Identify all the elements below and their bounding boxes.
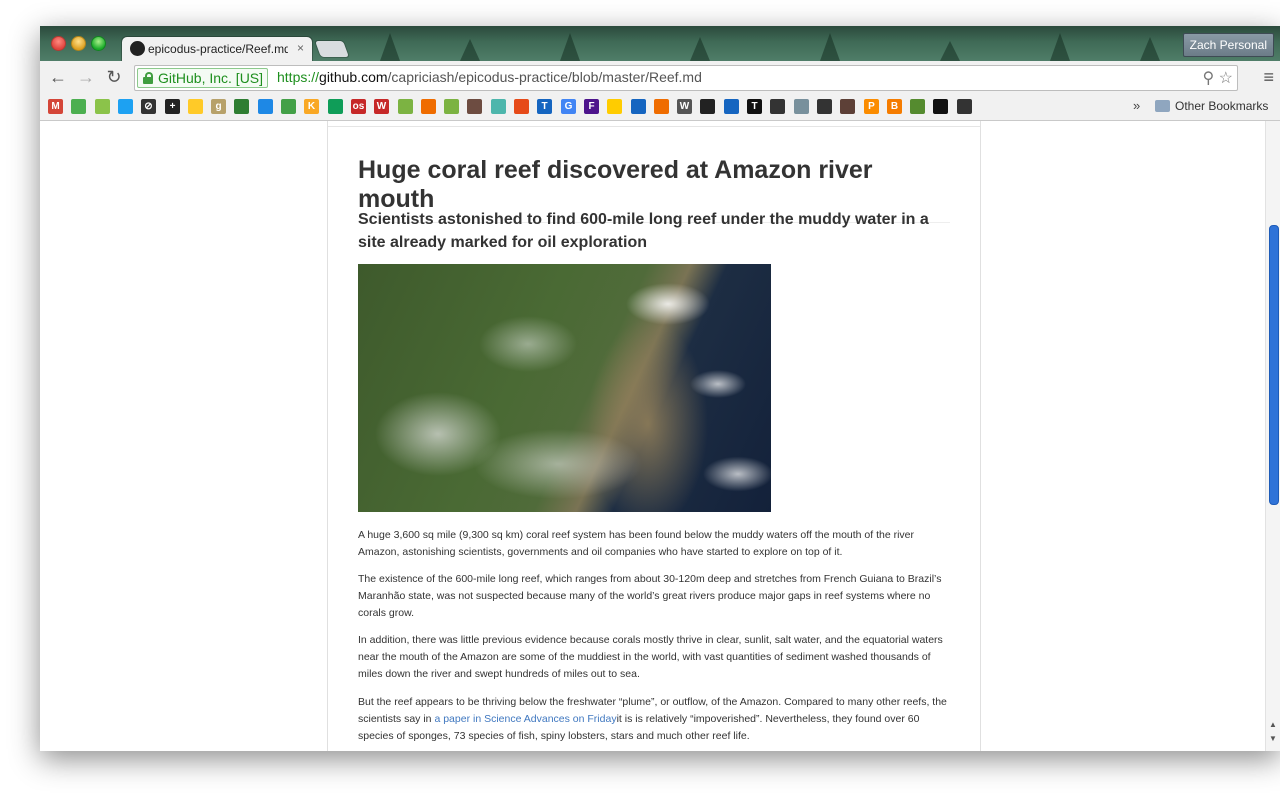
bookmark-green-book-icon[interactable]: [234, 99, 249, 114]
bookmark-cloud-app-icon[interactable]: [491, 99, 506, 114]
bookmark-android-icon[interactable]: [95, 99, 110, 114]
bookmark-blogger-icon[interactable]: B: [887, 99, 902, 114]
tab-active[interactable]: epicodus-practice/Reef.md ×: [122, 37, 312, 61]
paragraph-4: But the reef appears to be thriving belo…: [358, 694, 950, 745]
other-bookmarks-button[interactable]: Other Bookmarks: [1175, 99, 1268, 113]
bookmark-pin-app-icon[interactable]: [770, 99, 785, 114]
bookmark-spiral-app-icon[interactable]: [514, 99, 529, 114]
bookmark-twitter-icon[interactable]: [118, 99, 133, 114]
url-text[interactable]: https://github.com/capriciash/epicodus-p…: [277, 69, 702, 85]
bookmark-plus-app-icon[interactable]: +: [165, 99, 180, 114]
tree-decoration: [380, 33, 400, 61]
forward-button[interactable]: →: [76, 67, 96, 87]
bookmark-gmail-icon[interactable]: M: [48, 99, 63, 114]
bookmark-octocat-icon[interactable]: [957, 99, 972, 114]
bookmark-stamp-app-icon[interactable]: [840, 99, 855, 114]
tree-decoration: [690, 37, 710, 61]
tree-decoration: [940, 41, 960, 61]
bookmark-bike-app-icon[interactable]: [817, 99, 832, 114]
bookmark-os-app-icon[interactable]: os: [351, 99, 366, 114]
article-subtitle: Scientists astonished to find 600-mile l…: [358, 211, 929, 251]
search-star-icon[interactable]: ⚲ ☆: [1202, 68, 1233, 88]
paragraph-2: The existence of the 600-mile long reef,…: [358, 573, 942, 619]
bookmark-arc-app-icon[interactable]: [398, 99, 413, 114]
bookmark-black-square-icon[interactable]: [933, 99, 948, 114]
bookmark-mail-app-icon[interactable]: [631, 99, 646, 114]
tree-decoration: [1140, 37, 1160, 61]
scroll-up-icon[interactable]: ▲: [1269, 720, 1277, 729]
window-minimize-button[interactable]: [71, 36, 86, 51]
tab-title: epicodus-practice/Reef.md: [148, 42, 288, 56]
bookmark-yellow-app-icon[interactable]: [188, 99, 203, 114]
url-host: github.com: [319, 69, 388, 85]
page-content: Huge coral reef discovered at Amazon riv…: [40, 121, 1280, 751]
reload-button[interactable]: ↻: [104, 67, 124, 87]
window-close-button[interactable]: [51, 36, 66, 51]
tree-decoration: [460, 39, 480, 61]
bookmark-w-red-icon[interactable]: W: [374, 99, 389, 114]
bookmark-evernote-icon[interactable]: [281, 99, 296, 114]
scroll-down-icon[interactable]: ▼: [1269, 734, 1277, 743]
profile-button[interactable]: Zach Personal: [1182, 33, 1274, 57]
address-bar[interactable]: GitHub, Inc. [US] https://github.com/cap…: [134, 65, 1238, 91]
url-path: /capriciash/epicodus-practice/blob/maste…: [387, 69, 702, 85]
bookmark-tl-app-icon[interactable]: T: [537, 99, 552, 114]
bookmark-puzzle-app-icon[interactable]: [910, 99, 925, 114]
bookmark-circle-slash-icon[interactable]: ⊘: [141, 99, 156, 114]
vertical-scrollbar[interactable]: ▲ ▼: [1265, 121, 1280, 751]
menu-icon[interactable]: ≡: [1263, 67, 1274, 88]
bookmark-p-app-icon[interactable]: P: [864, 99, 879, 114]
lock-icon: [143, 72, 153, 84]
window-maximize-button[interactable]: [91, 36, 106, 51]
bookmark-circle-app-icon[interactable]: [700, 99, 715, 114]
bookmarks-overflow-button[interactable]: »: [1133, 98, 1140, 113]
tree-decoration: [820, 33, 840, 61]
bookmark-dhl-icon[interactable]: [607, 99, 622, 114]
bookmark-bird-app-icon[interactable]: [467, 99, 482, 114]
tree-decoration: [1050, 33, 1070, 61]
tree-decoration: [560, 33, 580, 61]
bookmark-maps-icon[interactable]: [71, 99, 86, 114]
folder-icon: [1155, 100, 1170, 112]
bookmark-kmd-icon[interactable]: K: [304, 99, 319, 114]
bookmark-goodreads-icon[interactable]: g: [211, 99, 226, 114]
toolbar: ← → ↻ GitHub, Inc. [US] https://github.c…: [40, 61, 1280, 95]
bookmark-box-app-icon[interactable]: [654, 99, 669, 114]
bookmark-fedex-icon[interactable]: F: [584, 99, 599, 114]
paragraph-3: In addition, there was little previous e…: [358, 634, 943, 680]
browser-window: epicodus-practice/Reef.md × Zach Persona…: [40, 26, 1280, 751]
bookmark-fox-app-icon[interactable]: [421, 99, 436, 114]
tab-bar: epicodus-practice/Reef.md × Zach Persona…: [40, 26, 1280, 61]
url-scheme: https://: [277, 69, 320, 85]
scrollbar-thumb[interactable]: [1269, 225, 1279, 505]
bookmark-robot-app-icon[interactable]: [724, 99, 739, 114]
science-advances-link[interactable]: a paper in Science Advances on Friday: [434, 713, 616, 725]
bookmark-shopify-icon[interactable]: [444, 99, 459, 114]
bookmarks-bar: » Other Bookmarks M ⊘ + g Kos W T G F W T P B: [40, 94, 1280, 121]
bookmark-blue-square-icon[interactable]: [258, 99, 273, 114]
satellite-image: [358, 264, 771, 512]
github-icon: [130, 41, 145, 56]
bookmark-google-icon[interactable]: G: [561, 99, 576, 114]
bookmark-slash-app-icon[interactable]: [794, 99, 809, 114]
bookmark-wikipedia-icon[interactable]: W: [677, 99, 692, 114]
bookmark-sheets-icon[interactable]: [328, 99, 343, 114]
ev-certificate-badge[interactable]: GitHub, Inc. [US]: [137, 68, 269, 88]
back-button[interactable]: ←: [48, 67, 68, 87]
new-tab-button[interactable]: [315, 41, 349, 57]
divider: [328, 126, 980, 127]
tab-close-icon[interactable]: ×: [297, 41, 304, 55]
markdown-article: Huge coral reef discovered at Amazon riv…: [327, 121, 981, 751]
bookmark-nyt-icon[interactable]: T: [747, 99, 762, 114]
ev-label: GitHub, Inc. [US]: [158, 70, 264, 86]
paragraph-1: A huge 3,600 sq mile (9,300 sq km) coral…: [358, 529, 915, 558]
